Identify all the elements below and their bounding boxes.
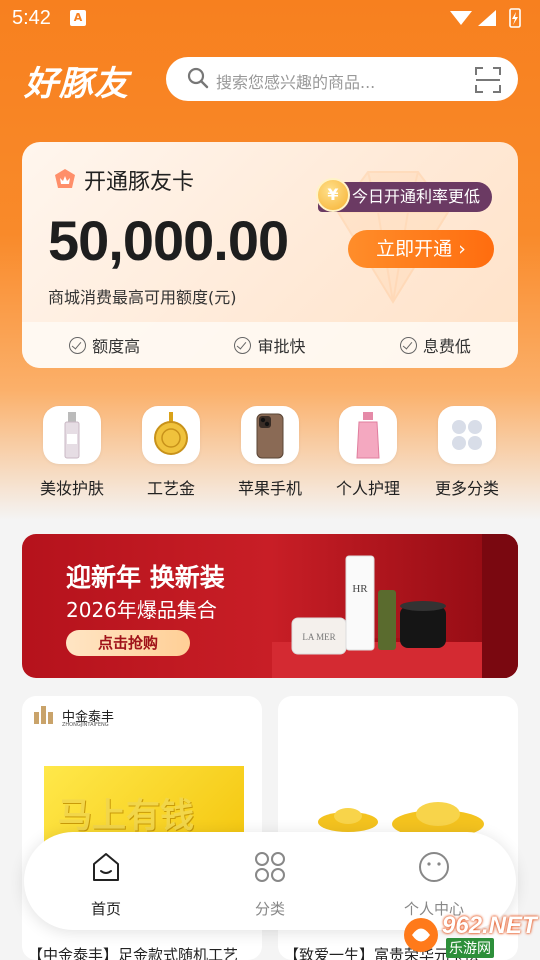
search-placeholder: 搜索您感兴趣的商品... xyxy=(216,73,376,92)
category-label: 苹果手机 xyxy=(237,479,302,498)
category-personal-care[interactable]: 个人护理 xyxy=(318,406,418,499)
category-skincare[interactable]: 美妆护肤 xyxy=(22,406,122,499)
banner-title: 迎新年 换新装 xyxy=(66,563,225,592)
feature-item: 息费低 xyxy=(399,333,471,357)
nav-profile[interactable]: 个人中心 xyxy=(384,850,484,919)
brand-subname: ZHONGJINTAIFENG xyxy=(62,722,109,728)
notification-icon: A xyxy=(70,10,86,26)
open-now-button[interactable]: 立即开通 › xyxy=(348,230,494,268)
feature-label: 审批快 xyxy=(257,337,306,356)
feature-item: 审批快 xyxy=(234,333,306,357)
grid-dots-icon xyxy=(438,406,496,464)
brand-logo-icon xyxy=(34,706,53,724)
status-bar: 5:42 A xyxy=(0,0,540,36)
card-title: 开通豚友卡 xyxy=(84,170,195,195)
search-icon xyxy=(187,67,209,89)
watermark-text: 962.NET xyxy=(442,912,537,939)
category-gold[interactable]: 工艺金 xyxy=(121,406,221,499)
skincare-bottle-icon xyxy=(43,406,101,464)
gold-bar-text: 马上有钱 xyxy=(58,796,194,836)
banner-products-image: LA MER HR xyxy=(272,534,518,678)
watermark-subtext: 乐游网 xyxy=(446,938,494,958)
feature-label: 额度高 xyxy=(92,337,141,356)
category-more[interactable]: 更多分类 xyxy=(417,406,517,499)
category-label: 个人护理 xyxy=(335,479,400,498)
hr-bottle-label: HR xyxy=(352,583,368,595)
category-label: 工艺金 xyxy=(146,479,195,498)
status-icons xyxy=(450,8,521,28)
promo-banner[interactable]: LA MER HR 迎新年 换新装 2026年爆品集合 点击抢购 xyxy=(22,534,518,678)
shampoo-bottle-icon xyxy=(339,406,397,464)
feature-item: 额度高 xyxy=(69,333,140,357)
nav-category[interactable]: 分类 xyxy=(220,850,320,919)
scan-icon[interactable] xyxy=(474,66,502,94)
nav-label: 分类 xyxy=(254,900,285,918)
lamer-jar-label: LA MER xyxy=(302,632,335,642)
coin-icon: ¥ xyxy=(316,178,350,212)
category-label: 美妆护肤 xyxy=(39,479,104,498)
feature-label: 息费低 xyxy=(422,337,471,356)
credit-card-panel[interactable]: 开通豚友卡 今日开通利率更低 ¥ 50,000.00 立即开通 › 商城消费最高… xyxy=(22,142,518,368)
check-circle-icon xyxy=(399,336,417,354)
iphone-icon xyxy=(241,406,299,464)
search-bar[interactable]: 搜索您感兴趣的商品... xyxy=(166,57,518,101)
gold-medal-icon xyxy=(142,406,200,464)
home-icon xyxy=(93,853,119,881)
wifi-icon xyxy=(450,11,472,25)
category-row: 美妆护肤 工艺金 苹果手机 个人护理 更多分类 xyxy=(0,406,540,502)
nav-home[interactable]: 首页 xyxy=(56,850,156,919)
watermark-logo-icon xyxy=(404,918,438,952)
amount-description: 商城消费最高可用额度(元) xyxy=(48,288,237,307)
status-time: 5:42 xyxy=(12,7,51,29)
check-circle-icon xyxy=(234,336,252,354)
watermark: 962.NET 乐游网 xyxy=(402,912,537,958)
category-icon xyxy=(255,852,285,882)
nav-label: 首页 xyxy=(90,900,121,918)
signal-icon xyxy=(478,10,496,26)
category-label: 更多分类 xyxy=(434,479,499,498)
crown-badge-icon xyxy=(55,169,75,188)
app-logo: 好豚友 xyxy=(24,64,129,104)
category-iphone[interactable]: 苹果手机 xyxy=(220,406,320,499)
card-features: 额度高 审批快 息费低 xyxy=(22,322,518,368)
banner-subtitle: 2026年爆品集合 xyxy=(66,598,217,622)
credit-amount: 50,000.00 xyxy=(48,209,289,272)
product-title: 【中金泰丰】足金款式随机工艺 xyxy=(28,946,239,960)
banner-buy-button[interactable]: 点击抢购 xyxy=(66,630,190,656)
profile-face-icon xyxy=(419,852,449,882)
check-circle-icon xyxy=(69,336,87,354)
